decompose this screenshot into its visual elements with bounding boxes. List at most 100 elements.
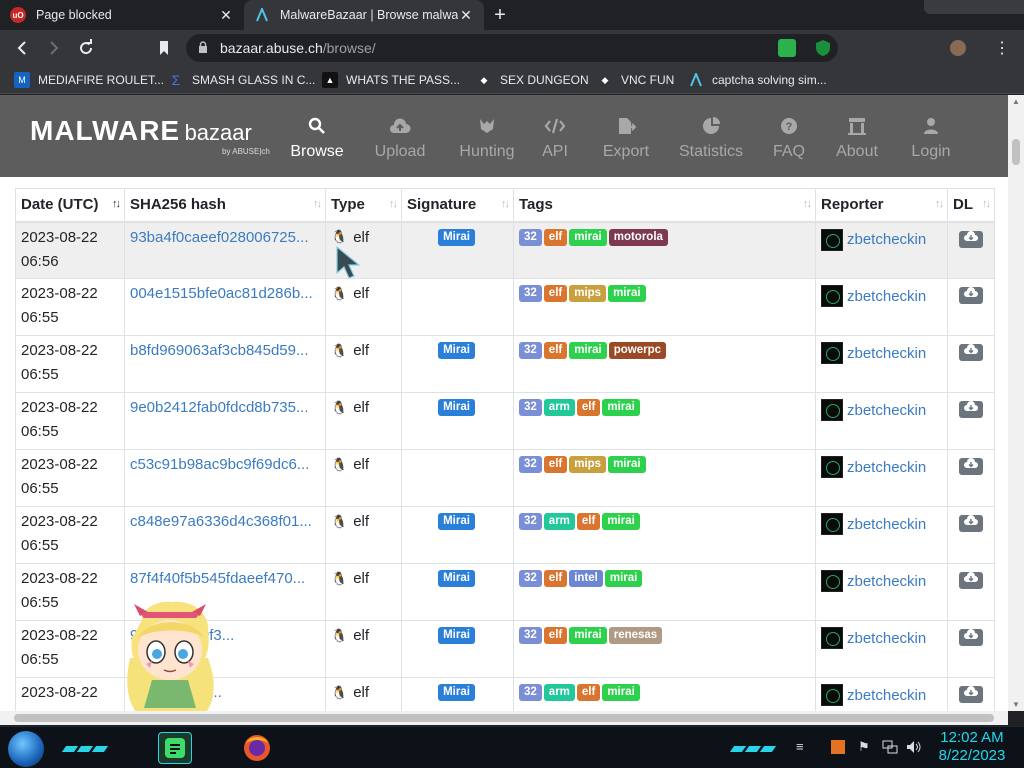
download-cloud-icon[interactable] [959,401,983,418]
bookmark-item[interactable]: M MEDIAFIRE ROULET... [14,71,164,89]
menu-lines-icon[interactable]: ≡ [796,739,804,754]
reload-icon[interactable] [76,38,96,58]
tag-badge[interactable]: 32 [519,513,542,530]
tag-badge[interactable]: intel [569,570,603,587]
tag-badge[interactable]: 32 [519,456,542,473]
close-icon[interactable]: ✕ [458,7,474,24]
col-reporter[interactable]: Reporter ↑↓ [815,188,948,223]
tag-badge[interactable]: arm [543,684,575,701]
scroll-thumb[interactable] [14,714,994,722]
col-tags[interactable]: Tags ↑↓ [513,188,816,223]
signature-badge[interactable]: Mirai [438,399,475,416]
hash-link[interactable]: b8fd969063af3cb845d59... [130,342,309,359]
horizontal-scrollbar[interactable] [0,711,1008,725]
col-date[interactable]: Date (UTC) ↑↓ [15,188,125,223]
signature-badge[interactable]: Mirai [438,513,475,530]
scroll-down-icon[interactable]: ▼ [1012,700,1020,709]
tag-badge[interactable]: 32 [519,627,542,644]
extension-icon[interactable] [778,39,796,57]
tag-badge[interactable]: mirai [602,399,640,416]
tag-badge[interactable]: 32 [519,570,542,587]
hash-link[interactable]: c53c91b98ac9bc9f69dc6... [130,456,309,473]
bookmark-item[interactable]: captcha solving sim... [688,71,827,89]
tag-badge[interactable]: 32 [519,342,542,359]
back-icon[interactable] [12,38,32,58]
tag-badge[interactable]: mips [569,285,607,302]
reporter-link[interactable]: zbetcheckin [847,573,926,590]
tag-badge[interactable]: arm [543,399,575,416]
volume-icon[interactable] [906,739,922,758]
nav-faq[interactable]: ? FAQ [772,117,806,165]
tag-badge[interactable]: 32 [519,228,542,246]
tag-badge[interactable]: renesas [608,627,663,644]
reporter-link[interactable]: zbetcheckin [847,630,926,647]
tag-badge[interactable]: elf [543,456,568,473]
reporter-link[interactable]: zbetcheckin [847,516,926,533]
nav-api[interactable]: API [540,117,570,165]
tab-page-blocked[interactable]: uO Page blocked ✕ [0,0,244,30]
hash-link[interactable]: c848e97a6336d4c368f01... [130,513,312,530]
hash-link[interactable]: 9e0b2412fab0fdcd8b735... [130,399,309,416]
reporter-link[interactable]: zbetcheckin [847,288,926,305]
system-clock[interactable]: 12:02 AM 8/22/2023 [934,729,1010,765]
tag-badge[interactable]: elf [576,513,601,530]
tag-badge[interactable]: mirai [604,570,643,587]
signature-badge[interactable]: Mirai [438,570,475,587]
hash-link[interactable]: 93ba4f0caeef028006725... [130,229,309,246]
forward-icon[interactable] [44,38,64,58]
tag-badge[interactable]: mirai [569,627,607,644]
tag-badge[interactable]: elf [543,342,568,359]
signature-badge[interactable]: Mirai [438,228,475,246]
menu-icon[interactable]: ⋮ [994,38,1010,58]
bookmark-item[interactable]: ◆ VNC FUN [597,71,675,89]
start-button[interactable] [8,731,44,767]
download-cloud-icon[interactable] [959,686,983,703]
hash-link[interactable]: 004e1515bfe0ac81d286b... [130,285,313,302]
address-bar[interactable]: bazaar.abuse.ch/browse/ [186,34,838,62]
shield-icon[interactable] [814,39,832,57]
nav-export[interactable]: Export [601,117,651,165]
download-cloud-icon[interactable] [959,458,983,475]
tag-badge[interactable]: mirai [602,684,640,701]
tag-badge[interactable]: mirai [569,342,607,359]
reporter-link[interactable]: zbetcheckin [847,687,926,704]
tag-badge[interactable]: elf [576,684,601,701]
bookmark-item[interactable]: Σ SMASH GLASS IN C... [168,71,316,89]
tag-badge[interactable]: elf [543,627,568,644]
download-cloud-icon[interactable] [959,344,983,361]
nav-login[interactable]: Login [910,117,952,165]
download-cloud-icon[interactable] [959,515,983,532]
tag-badge[interactable]: mirai [608,456,646,473]
tag-badge[interactable]: powerpc [608,342,667,359]
nav-browse[interactable]: Browse [290,117,344,165]
tag-badge[interactable]: mips [569,456,607,473]
tag-badge[interactable]: 32 [519,684,542,701]
reporter-link[interactable]: zbetcheckin [847,345,926,362]
bookmark-item[interactable]: ▲ WHATS THE PASS... [322,71,460,89]
hash-link[interactable]: 87f4f40f5b545fdaeef470... [130,570,305,587]
app-tray-icon[interactable] [830,739,846,758]
tag-badge[interactable]: mirai [608,285,646,302]
tag-badge[interactable]: mirai [602,513,640,530]
tag-badge[interactable]: elf [543,228,568,246]
taskbar-app-notes[interactable] [158,732,192,764]
tag-badge[interactable]: elf [576,399,601,416]
tag-badge[interactable]: motorola [608,228,668,246]
tab-malwarebazaar[interactable]: MalwareBazaar | Browse malware s ✕ [244,0,484,30]
reporter-link[interactable]: zbetcheckin [847,231,926,248]
col-type[interactable]: Type ↑↓ [325,188,402,223]
download-cloud-icon[interactable] [959,287,983,304]
window-controls[interactable] [924,0,1024,14]
col-signature[interactable]: Signature ↑↓ [401,188,514,223]
close-icon[interactable]: ✕ [218,7,234,24]
tag-badge[interactable]: arm [543,513,575,530]
nav-upload[interactable]: Upload [372,117,428,165]
download-cloud-icon[interactable] [959,572,983,589]
bookmark-item[interactable]: ◆ SEX DUNGEON [476,71,589,89]
signature-badge[interactable]: Mirai [438,684,475,701]
reporter-link[interactable]: zbetcheckin [847,459,926,476]
flag-icon[interactable]: ⚑ [858,739,870,755]
tag-badge[interactable]: mirai [569,228,607,246]
new-tab-button[interactable]: + [490,5,510,25]
col-hash[interactable]: SHA256 hash ↑↓ [124,188,326,223]
